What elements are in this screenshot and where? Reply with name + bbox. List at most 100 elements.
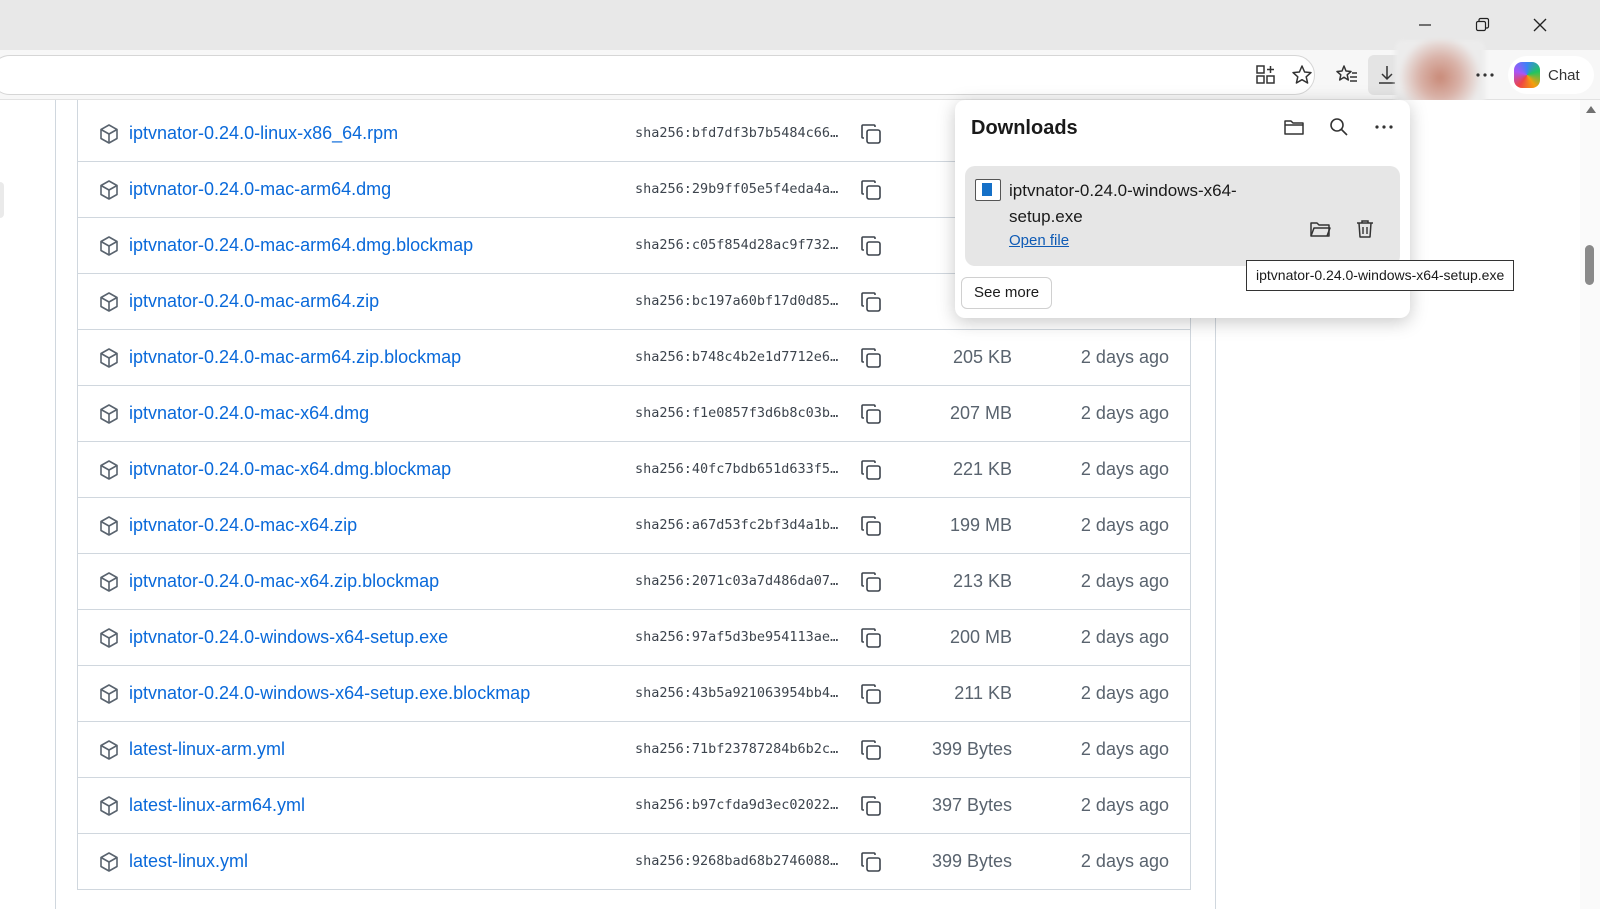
copy-icon[interactable] — [859, 346, 883, 370]
minimize-icon — [1419, 24, 1431, 26]
folder-icon — [1284, 120, 1304, 135]
package-icon — [98, 179, 120, 201]
see-more-button[interactable]: See more — [961, 277, 1053, 309]
asset-download-link[interactable]: latest-linux-arm.yml — [129, 739, 285, 760]
ellipsis-icon — [1375, 125, 1393, 129]
asset-date: 2 days ago — [1080, 795, 1169, 815]
asset-download-link[interactable]: iptvnator-0.24.0-windows-x64-setup.exe — [129, 627, 448, 648]
package-icon — [98, 515, 120, 537]
asset-download-link[interactable]: iptvnator-0.24.0-linux-x86_64.rpm — [129, 123, 398, 144]
browser-toolbar — [0, 50, 1600, 100]
asset-download-link[interactable]: iptvnator-0.24.0-mac-x64.zip — [129, 515, 357, 536]
asset-download-link[interactable]: iptvnator-0.24.0-mac-x64.zip.blockmap — [129, 571, 439, 592]
open-downloads-folder-button[interactable] — [1281, 114, 1307, 140]
scrollbar-thumb[interactable] — [1585, 245, 1594, 285]
asset-date: 2 days ago — [1080, 515, 1169, 535]
asset-download-link[interactable]: iptvnator-0.24.0-windows-x64-setup.exe.b… — [129, 683, 530, 704]
asset-sha256: sha256:9268bad68b2746088… — [635, 853, 839, 869]
copy-icon[interactable] — [859, 234, 883, 258]
asset-sha256: sha256:bfd7df3b7b5484c66… — [635, 125, 839, 141]
add-favorite-button[interactable] — [1289, 62, 1315, 88]
downloads-more-options-button[interactable] — [1371, 114, 1397, 140]
show-in-folder-button[interactable] — [1307, 216, 1333, 242]
copy-icon[interactable] — [859, 794, 883, 818]
asset-sha256: sha256:f1e0857f3d6b8c03b… — [635, 405, 839, 421]
asset-date: 2 days ago — [1080, 627, 1169, 647]
restore-button[interactable] — [1459, 10, 1505, 40]
app-grid-icon — [1256, 65, 1275, 84]
copy-icon[interactable] — [859, 682, 883, 706]
search-icon — [1330, 118, 1348, 136]
copy-icon[interactable] — [859, 514, 883, 538]
asset-sha256: sha256:b748c4b2e1d7712e6… — [635, 349, 839, 365]
package-icon — [98, 123, 120, 145]
copy-icon[interactable] — [859, 402, 883, 426]
close-window-button[interactable] — [1517, 10, 1563, 40]
asset-download-link[interactable]: iptvnator-0.24.0-mac-arm64.dmg.blockmap — [129, 235, 473, 256]
copy-icon[interactable] — [859, 458, 883, 482]
copy-icon[interactable] — [859, 738, 883, 762]
asset-date: 2 days ago — [1080, 459, 1169, 479]
package-icon — [98, 739, 120, 761]
chat-label: Chat — [1548, 66, 1580, 84]
asset-row: iptvnator-0.24.0-mac-x64.zip sha256:a67d5… — [78, 498, 1190, 554]
copilot-chat-button[interactable]: Chat — [1508, 56, 1594, 94]
favorites-button[interactable] — [1334, 62, 1360, 88]
asset-size: 213 KB — [952, 571, 1012, 591]
asset-download-link[interactable]: iptvnator-0.24.0-mac-arm64.zip — [129, 291, 379, 312]
page-scrollbar[interactable] — [1580, 100, 1600, 909]
asset-row: iptvnator-0.24.0-mac-x64.zip.blockmap sha… — [78, 554, 1190, 610]
asset-size: 200 MB — [949, 627, 1012, 647]
address-bar[interactable] — [0, 55, 1315, 95]
asset-date: 2 days ago — [1080, 739, 1169, 759]
asset-sha256: sha256:29b9ff05e5f4eda4a… — [635, 181, 839, 197]
filename-line-2: setup.exe — [1009, 207, 1083, 226]
side-panel-tab[interactable] — [0, 182, 4, 218]
asset-download-link[interactable]: latest-linux.yml — [129, 851, 248, 872]
asset-size: 221 KB — [952, 459, 1012, 479]
asset-row: iptvnator-0.24.0-mac-x64.dmg sha256:f1e08… — [78, 386, 1190, 442]
asset-size: 397 Bytes — [931, 795, 1012, 815]
search-downloads-button[interactable] — [1326, 114, 1352, 140]
asset-download-link[interactable]: latest-linux-arm64.yml — [129, 795, 305, 816]
favorites-list-icon — [1336, 65, 1357, 82]
delete-download-button[interactable] — [1352, 216, 1378, 242]
copy-icon[interactable] — [859, 122, 883, 146]
restore-icon — [1475, 17, 1490, 32]
asset-date: 2 days ago — [1080, 347, 1169, 367]
copilot-logo — [1514, 62, 1540, 88]
copy-icon[interactable] — [859, 178, 883, 202]
package-icon — [98, 851, 120, 873]
asset-sha256: sha256:40fc7bdb651d633f5… — [635, 461, 839, 477]
asset-size: 399 Bytes — [931, 851, 1012, 871]
asset-row: latest-linux-arm.yml sha256:71bf23787284b… — [78, 722, 1190, 778]
asset-size: 207 MB — [949, 403, 1012, 423]
asset-size: 399 Bytes — [931, 739, 1012, 759]
asset-row: iptvnator-0.24.0-windows-x64-setup.exe.b… — [78, 666, 1190, 722]
star-icon — [1292, 65, 1312, 84]
download-filename: iptvnator-0.24.0-windows-x64- setup.exe — [1009, 178, 1289, 230]
filename-tooltip: iptvnator-0.24.0-windows-x64-setup.exe — [1246, 260, 1515, 291]
copy-icon[interactable] — [859, 850, 883, 874]
asset-sha256: sha256:bc197a60bf17d0d85… — [635, 293, 839, 309]
asset-date: 2 days ago — [1080, 403, 1169, 423]
copy-icon[interactable] — [859, 570, 883, 594]
asset-size: 205 KB — [952, 347, 1012, 367]
asset-download-link[interactable]: iptvnator-0.24.0-mac-x64.dmg.blockmap — [129, 459, 451, 480]
download-item[interactable]: iptvnator-0.24.0-windows-x64- setup.exe … — [965, 166, 1400, 266]
asset-download-link[interactable]: iptvnator-0.24.0-mac-x64.dmg — [129, 403, 369, 424]
asset-sha256: sha256:97af5d3be954113ae… — [635, 629, 839, 645]
copy-icon[interactable] — [859, 626, 883, 650]
copy-icon[interactable] — [859, 290, 883, 314]
app-available-button[interactable] — [1253, 62, 1279, 88]
asset-row: iptvnator-0.24.0-mac-x64.dmg.blockmap sha… — [78, 442, 1190, 498]
package-icon — [98, 235, 120, 257]
package-icon — [98, 683, 120, 705]
open-file-link[interactable]: Open file — [1009, 232, 1069, 249]
trash-icon — [1357, 220, 1373, 238]
scroll-up-arrow-icon[interactable] — [1586, 106, 1596, 113]
asset-download-link[interactable]: iptvnator-0.24.0-mac-arm64.zip.blockmap — [129, 347, 461, 368]
minimize-button[interactable] — [1402, 10, 1448, 40]
asset-download-link[interactable]: iptvnator-0.24.0-mac-arm64.dmg — [129, 179, 391, 200]
settings-more-button[interactable] — [1472, 62, 1498, 88]
